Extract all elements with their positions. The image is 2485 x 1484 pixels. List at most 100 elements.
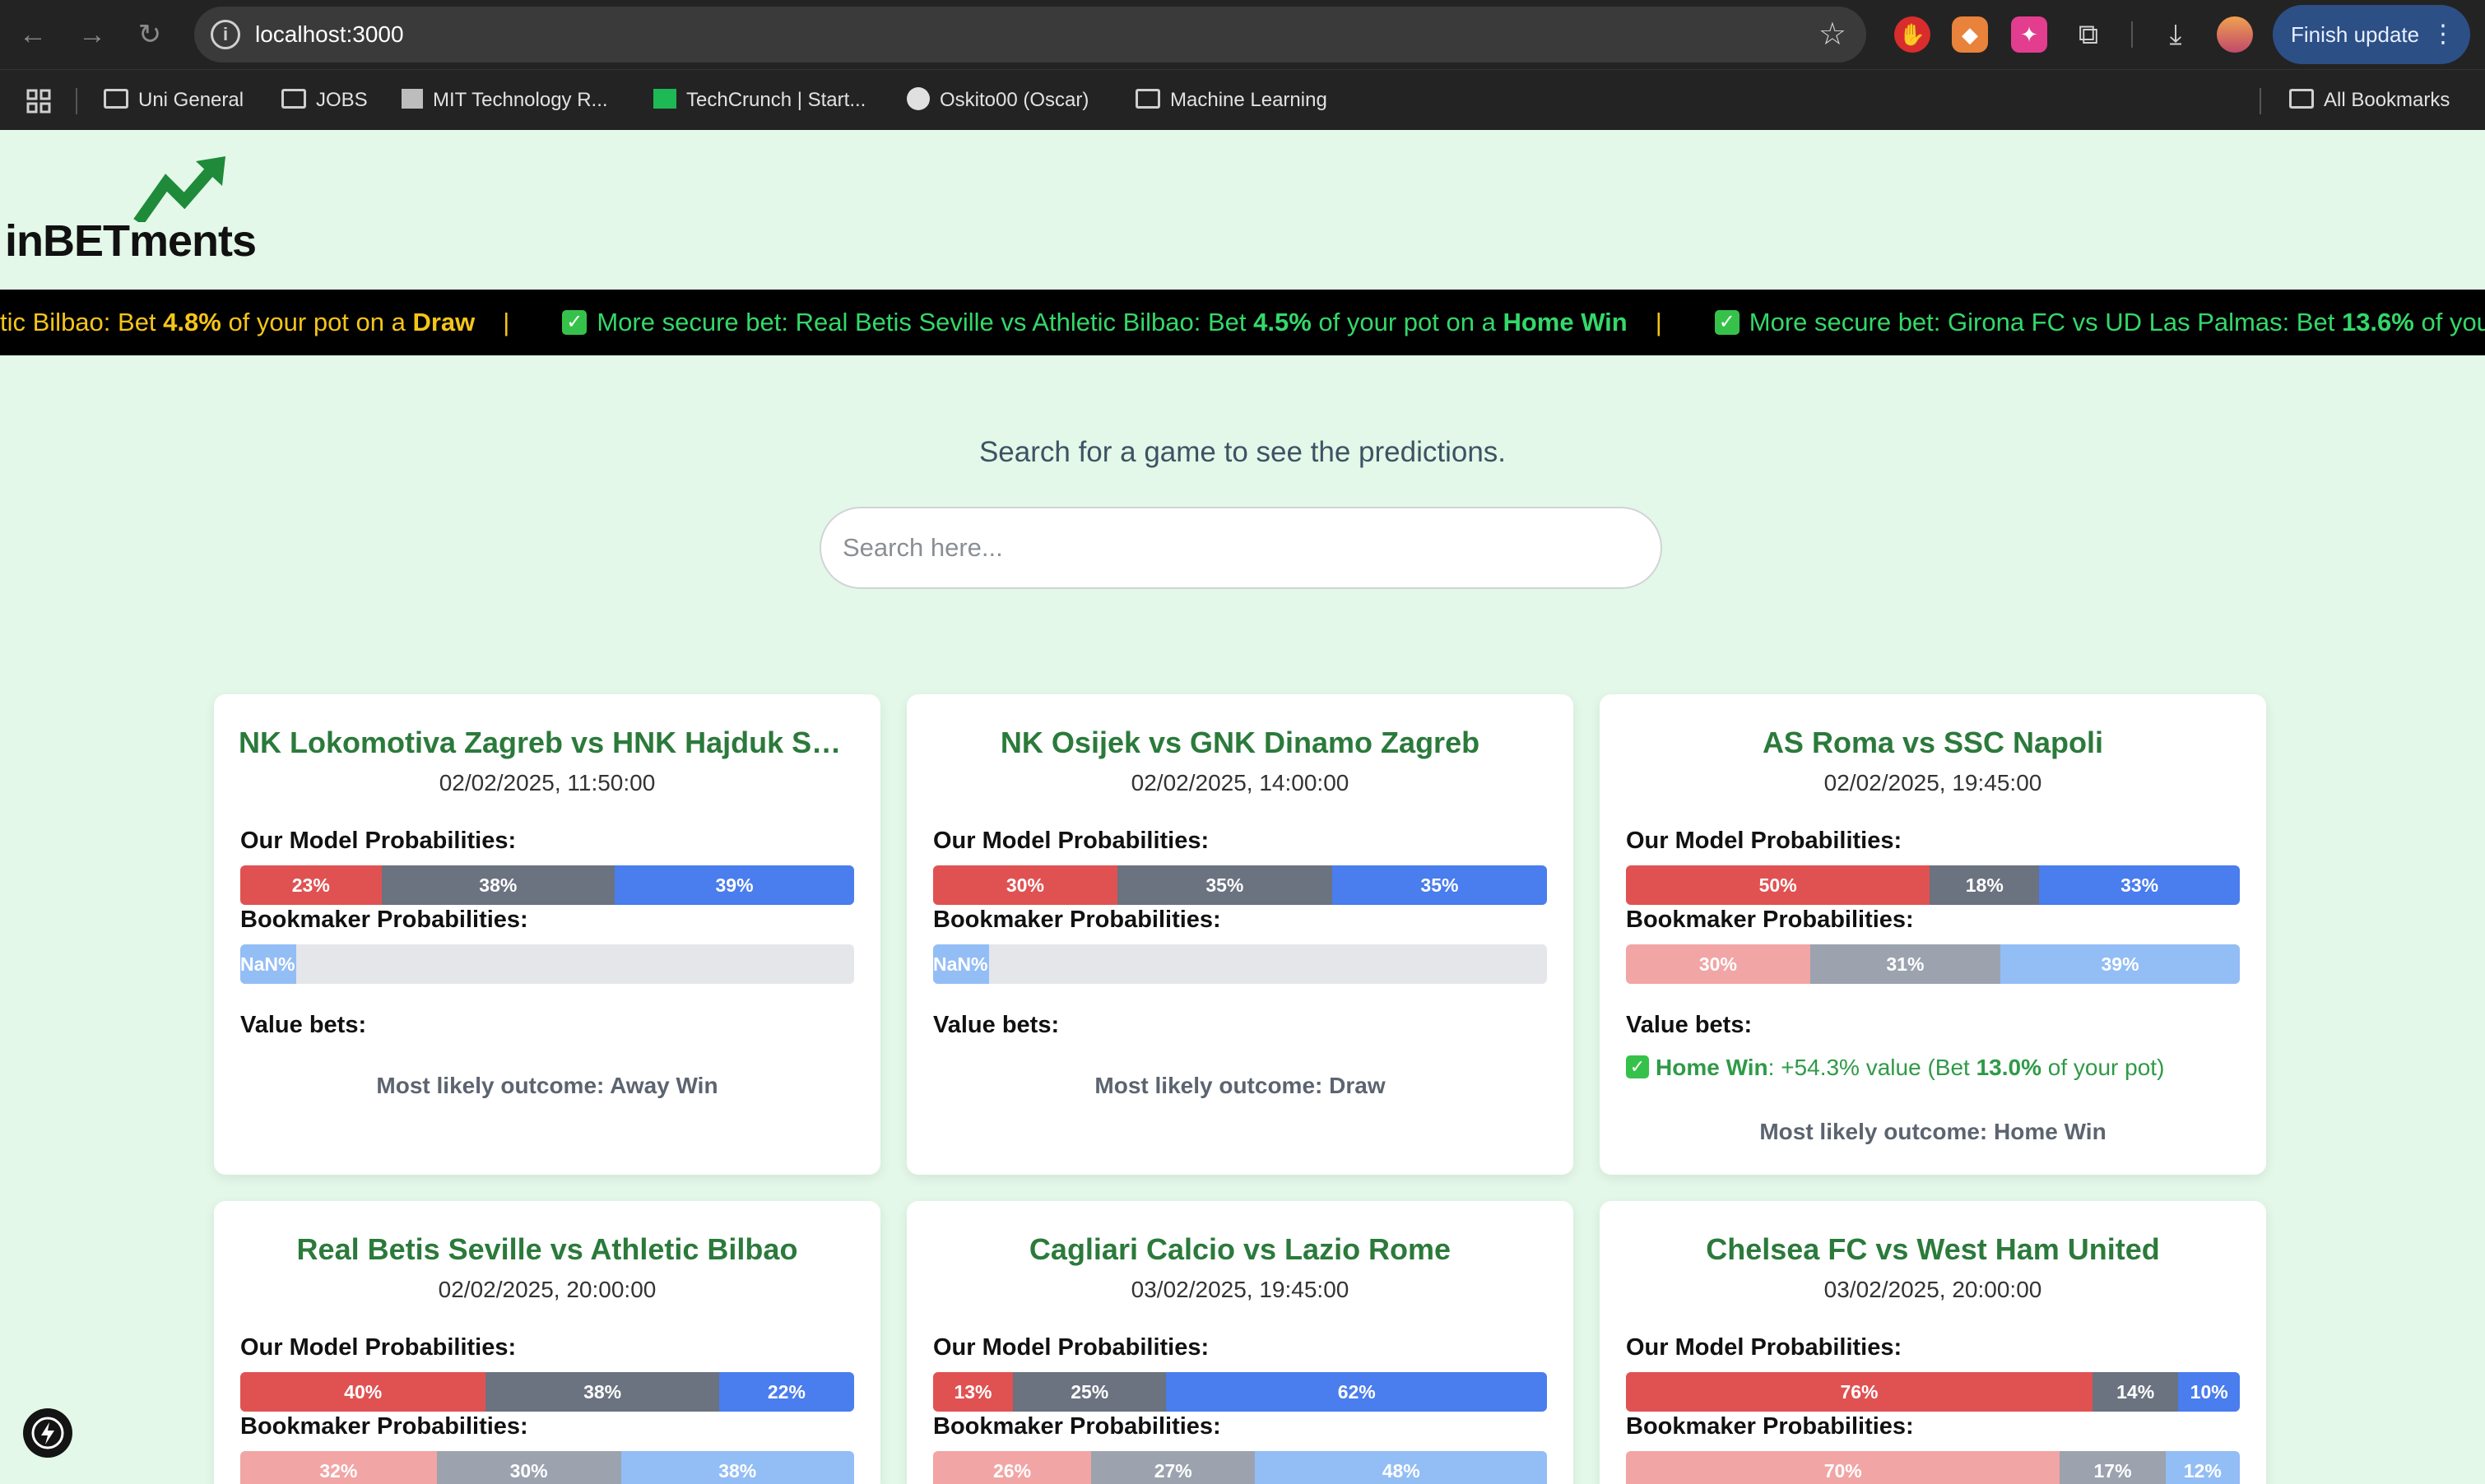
- match-card[interactable]: Cagliari Calcio vs Lazio Rome 03/02/2025,…: [907, 1201, 1573, 1484]
- downloads-icon[interactable]: ⤓: [2158, 16, 2194, 53]
- home-win-segment: 40%: [240, 1372, 486, 1412]
- match-card[interactable]: NK Osijek vs GNK Dinamo Zagreb 02/02/2025…: [907, 694, 1573, 1175]
- bookmark-star-icon[interactable]: ☆: [1818, 15, 1846, 54]
- extensions-puzzle-icon[interactable]: ⧉: [2070, 16, 2106, 53]
- match-title: NK Lokomotiva Zagreb vs HNK Hajduk Split: [239, 726, 856, 759]
- folder-icon: [1136, 88, 1160, 109]
- address-bar[interactable]: i localhost:3000 ☆: [194, 7, 1866, 63]
- draw-segment: 38%: [485, 1372, 719, 1412]
- away-win-segment: 62%: [1166, 1372, 1547, 1412]
- bookmark-label: TechCrunch | Start...: [686, 89, 866, 111]
- bookmark-machine-learning[interactable]: Machine Learning: [1136, 70, 1327, 131]
- finish-update-button[interactable]: Finish update ⋮: [2273, 5, 2470, 64]
- bookmark-mit-tech-review[interactable]: MIT Technology R...: [402, 70, 608, 131]
- model-probabilities-label: Our Model Probabilities:: [240, 828, 517, 854]
- github-logo-icon: [907, 86, 930, 110]
- match-date: 03/02/2025, 20:00:00: [1823, 1277, 2042, 1302]
- home-win-segment: 50%: [1626, 865, 1930, 905]
- match-title: Chelsea FC vs West Ham United: [1706, 1232, 2160, 1266]
- back-arrow-icon[interactable]: ←: [15, 16, 51, 53]
- address-url[interactable]: localhost:3000: [255, 7, 404, 63]
- bookmaker-probability-bar: NaN%: [933, 944, 1547, 984]
- bookmark-divider: [2260, 88, 2261, 114]
- match-card[interactable]: NK Lokomotiva Zagreb vs HNK Hajduk Split…: [214, 694, 880, 1175]
- check-icon: ✓: [1626, 1055, 1649, 1078]
- bet-ticker: tic Bilbao: Bet 4.8% of your pot on a Dr…: [0, 290, 2485, 355]
- draw-segment: 14%: [2092, 1372, 2179, 1412]
- match-card[interactable]: Real Betis Seville vs Athletic Bilbao 02/…: [214, 1201, 880, 1484]
- bookmark-label: JOBS: [316, 89, 368, 111]
- match-card[interactable]: AS Roma vs SSC Napoli 02/02/2025, 19:45:0…: [1600, 694, 2266, 1175]
- away-win-segment: 39%: [615, 865, 854, 905]
- bookmark-uni-general[interactable]: Uni General: [104, 70, 244, 131]
- bookmark-jobs[interactable]: JOBS: [281, 70, 368, 131]
- toolbar-divider: [2131, 21, 2133, 48]
- value-bets-label: Value bets:: [1626, 1012, 1753, 1038]
- draw-segment: 27%: [1091, 1451, 1256, 1484]
- dev-tools-button[interactable]: [23, 1408, 72, 1458]
- home-win-segment: 23%: [240, 865, 382, 905]
- bookmark-techcrunch[interactable]: TechCrunch | Start...: [653, 70, 866, 131]
- chart-arrow-icon: [133, 156, 225, 222]
- away-win-segment: 12%: [2165, 1451, 2240, 1484]
- home-win-segment: 70%: [1626, 1451, 2060, 1484]
- bookmaker-probability-bar: 70% 17% 12%: [1626, 1451, 2240, 1484]
- all-bookmarks[interactable]: All Bookmarks: [2289, 70, 2450, 131]
- draw-segment: 31%: [1809, 944, 2001, 984]
- model-probability-bar: 50% 18% 33%: [1626, 865, 2240, 905]
- model-probabilities-label: Our Model Probabilities:: [1626, 1334, 1902, 1361]
- draw-segment: 17%: [2060, 1451, 2166, 1484]
- techcrunch-logo-icon: [653, 88, 676, 109]
- logo-text: inBETments: [5, 216, 257, 266]
- extension-fox-icon[interactable]: ◆: [1952, 16, 1988, 53]
- forward-arrow-icon[interactable]: →: [74, 16, 110, 53]
- search-input[interactable]: [820, 507, 1662, 589]
- apps-grid-icon[interactable]: [26, 70, 51, 131]
- reload-icon[interactable]: ↻: [132, 16, 168, 53]
- extension-pink-icon[interactable]: ✦: [2011, 16, 2047, 53]
- bookmark-label: Machine Learning: [1170, 89, 1327, 111]
- bookmaker-probabilities-label: Bookmaker Probabilities:: [1626, 1413, 1914, 1440]
- bookmaker-probability-bar: NaN%: [240, 944, 854, 984]
- search-hint: Search for a game to see the predictions…: [978, 436, 1507, 468]
- draw-segment: 18%: [1930, 865, 2040, 905]
- away-win-segment: 22%: [718, 1372, 854, 1412]
- bookmaker-probability-bar: 26% 27% 48%: [933, 1451, 1547, 1484]
- match-date: 02/02/2025, 14:00:00: [1131, 770, 1349, 795]
- bookmaker-probabilities-label: Bookmaker Probabilities:: [933, 1413, 1221, 1440]
- away-win-segment: 35%: [1331, 865, 1547, 905]
- away-win-segment: 33%: [2039, 865, 2240, 905]
- draw-segment: 25%: [1012, 1372, 1167, 1412]
- bookmaker-probability-bar: 32% 30% 38%: [240, 1451, 854, 1484]
- profile-avatar[interactable]: [2217, 16, 2253, 53]
- away-win-segment: 39%: [2000, 944, 2240, 984]
- ticker-separator: |: [503, 308, 510, 336]
- folder-icon: [281, 88, 306, 109]
- app-logo[interactable]: inBETments: [5, 156, 268, 271]
- match-date: 02/02/2025, 11:50:00: [439, 770, 656, 795]
- match-date: 03/02/2025, 19:45:00: [1131, 1277, 1349, 1302]
- model-probabilities-label: Our Model Probabilities:: [933, 828, 1210, 854]
- bookmark-github-oskito00[interactable]: Oskito00 (Oscar): [907, 70, 1089, 131]
- home-win-segment: 76%: [1626, 1372, 2093, 1412]
- away-win-segment: 38%: [620, 1451, 854, 1484]
- model-probability-bar: 13% 25% 62%: [933, 1372, 1547, 1412]
- match-title: NK Osijek vs GNK Dinamo Zagreb: [1000, 726, 1480, 759]
- match-card[interactable]: Chelsea FC vs West Ham United 03/02/2025,…: [1600, 1201, 2266, 1484]
- model-probability-bar: 23% 38% 39%: [240, 865, 854, 905]
- away-win-segment: 48%: [1255, 1451, 1547, 1484]
- extension-red-icon[interactable]: ✋: [1894, 16, 1930, 53]
- nan-segment: NaN%: [240, 944, 296, 984]
- bookmark-label: MIT Technology R...: [433, 89, 608, 111]
- model-probability-bar: 76% 14% 10%: [1626, 1372, 2240, 1412]
- match-title: Cagliari Calcio vs Lazio Rome: [1029, 1232, 1452, 1266]
- bookmarks-bar: Uni General JOBS MIT Technology R... Tec…: [0, 69, 2485, 130]
- site-info-icon[interactable]: i: [211, 20, 240, 49]
- draw-segment: 30%: [436, 1451, 621, 1484]
- nan-segment: NaN%: [933, 944, 989, 984]
- folder-icon: [104, 88, 128, 109]
- browser-menu-icon[interactable]: ⋮: [2431, 5, 2455, 64]
- model-probability-bar: 40% 38% 22%: [240, 1372, 854, 1412]
- bookmark-label: Uni General: [138, 89, 244, 111]
- model-probabilities-label: Our Model Probabilities:: [1626, 828, 1902, 854]
